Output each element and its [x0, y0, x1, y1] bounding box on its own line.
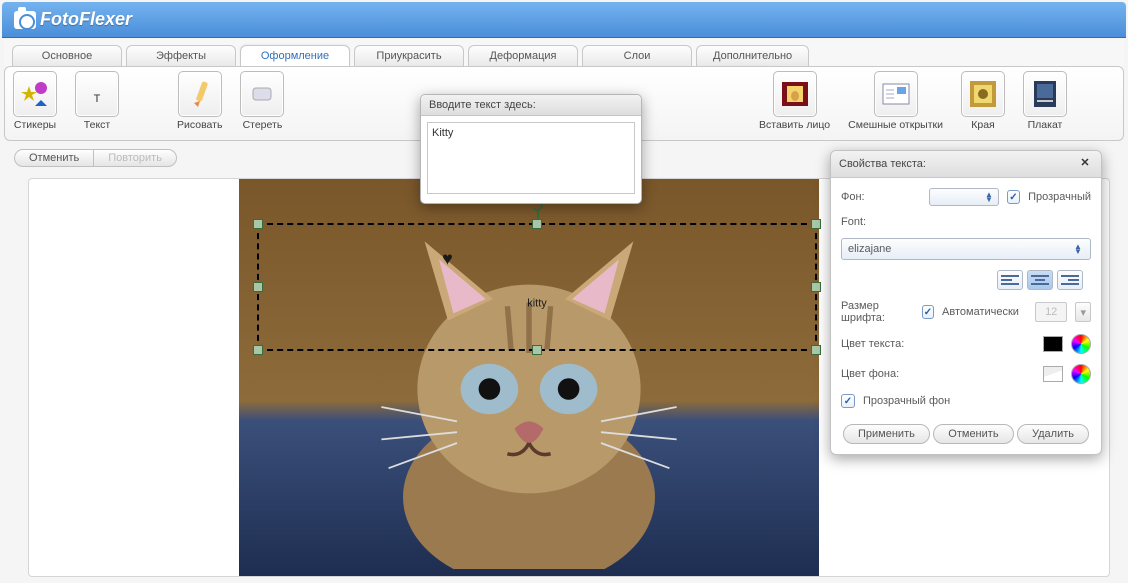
cancel-button[interactable]: Отменить	[933, 424, 1013, 444]
transparent-bg-checkbox[interactable]: ✓	[841, 394, 855, 408]
align-left-button[interactable]	[997, 270, 1023, 290]
ribbon-edges[interactable]: Края	[961, 71, 1005, 131]
size-dropdown[interactable]: ▾	[1075, 302, 1091, 322]
resize-handle-bm[interactable]	[532, 345, 542, 355]
text-icon: T	[75, 71, 119, 117]
bg-stepper[interactable]: ▲▼	[929, 188, 999, 206]
ribbon-funny-cards[interactable]: Смешные открытки	[848, 71, 943, 131]
pencil-icon	[178, 71, 222, 117]
resize-handle-tl[interactable]	[253, 219, 263, 229]
auto-size-checkbox[interactable]: ✓	[922, 305, 934, 319]
ribbon-label: Стереть	[243, 119, 283, 131]
tab-decorate[interactable]: Оформление	[240, 45, 350, 67]
svg-text:T: T	[94, 93, 101, 105]
ribbon-insert-face[interactable]: Вставить лицо	[759, 71, 830, 131]
ribbon-label: Плакат	[1028, 119, 1063, 131]
undo-button[interactable]: Отменить	[15, 150, 93, 166]
text-color-label: Цвет текста:	[841, 338, 927, 350]
bg-label: Фон:	[841, 191, 921, 203]
ribbon-erase[interactable]: Стереть	[240, 71, 284, 131]
eraser-icon	[240, 71, 284, 117]
transparent-checkbox[interactable]: ✓	[1007, 190, 1020, 204]
main-tabs: Основное Эффекты Оформление Приукрасить …	[4, 40, 1124, 66]
canvas-text[interactable]: ♥kitty	[527, 253, 547, 322]
transparent-label: Прозрачный	[1028, 191, 1091, 203]
size-value: 12	[1035, 302, 1068, 322]
ribbon-label: Рисовать	[177, 119, 222, 131]
font-label: Font:	[841, 216, 866, 228]
ribbon-text[interactable]: T Текст	[75, 71, 119, 131]
align-center-button[interactable]	[1027, 270, 1053, 290]
size-label: Размер шрифта:	[841, 300, 914, 324]
auto-label: Автоматически	[942, 306, 1019, 318]
align-right-button[interactable]	[1057, 270, 1083, 290]
ribbon-stickers[interactable]: Стикеры	[13, 71, 57, 131]
text-properties-panel: Свойства текста: ✕ Фон: ▲▼ ✓ Прозрачный …	[830, 150, 1102, 455]
ribbon-label: Смешные открытки	[848, 119, 943, 131]
resize-handle-br[interactable]	[811, 345, 821, 355]
logo: FotoFlexer	[14, 9, 132, 30]
resize-handle-bl[interactable]	[253, 345, 263, 355]
transparent-bg-label: Прозрачный фон	[863, 395, 950, 407]
text-color-swatch[interactable]	[1043, 336, 1063, 352]
frame-icon	[961, 71, 1005, 117]
tab-beautify[interactable]: Приукрасить	[354, 45, 464, 67]
tab-basic[interactable]: Основное	[12, 45, 122, 67]
text-entry-popup: Вводите текст здесь:	[420, 94, 642, 204]
apply-button[interactable]: Применить	[843, 424, 930, 444]
tab-advanced[interactable]: Дополнительно	[696, 45, 809, 67]
bg-color-swatch[interactable]	[1043, 366, 1063, 382]
poster-icon	[1023, 71, 1067, 117]
brand-text: FotoFlexer	[40, 9, 132, 30]
bg-color-picker-icon[interactable]	[1071, 364, 1091, 384]
ribbon-poster[interactable]: Плакат	[1023, 71, 1067, 131]
ribbon-label: Края	[971, 119, 994, 131]
tab-distort[interactable]: Деформация	[468, 45, 578, 67]
ribbon-label: Стикеры	[14, 119, 56, 131]
stickers-icon	[13, 71, 57, 117]
popup-title: Вводите текст здесь:	[421, 95, 641, 116]
redo-button[interactable]: Повторить	[93, 150, 176, 166]
tab-effects[interactable]: Эффекты	[126, 45, 236, 67]
top-bar: FotoFlexer	[2, 2, 1126, 38]
theater-icon	[773, 71, 817, 117]
ribbon-draw[interactable]: Рисовать	[177, 71, 222, 131]
resize-handle-ml[interactable]	[253, 282, 263, 292]
resize-handle-tm[interactable]	[532, 219, 542, 229]
resize-handle-mr[interactable]	[811, 282, 821, 292]
font-select[interactable]: elizajane ▲▼	[841, 238, 1091, 260]
postcard-icon	[874, 71, 918, 117]
text-selection-box[interactable]: ♥kitty	[257, 223, 817, 351]
delete-button[interactable]: Удалить	[1017, 424, 1089, 444]
text-entry-textarea[interactable]	[427, 122, 635, 194]
resize-handle-tr[interactable]	[811, 219, 821, 229]
close-icon[interactable]: ✕	[1077, 156, 1093, 172]
text-color-picker-icon[interactable]	[1071, 334, 1091, 354]
camera-icon	[14, 11, 36, 29]
panel-title: Свойства текста:	[839, 158, 926, 170]
ribbon-label: Вставить лицо	[759, 119, 830, 131]
tab-layers[interactable]: Слои	[582, 45, 692, 67]
ribbon-label: Текст	[84, 119, 110, 131]
font-value: elizajane	[848, 243, 891, 255]
bg-color-label: Цвет фона:	[841, 368, 927, 380]
